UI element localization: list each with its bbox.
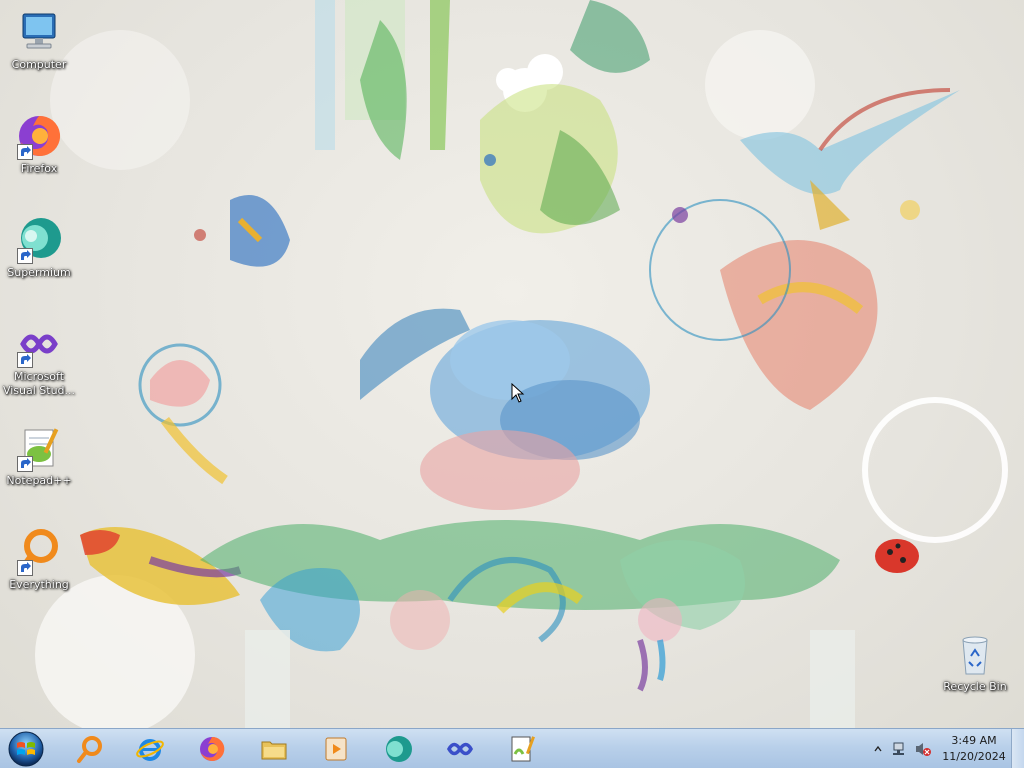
desktop-icon-firefox[interactable]: Firefox (2, 112, 76, 176)
desktop-icon-label: Notepad++ (6, 474, 72, 487)
media-player-icon (325, 737, 347, 761)
windows-orb-icon (8, 731, 44, 767)
start-button[interactable] (6, 730, 46, 768)
desktop-icon-label: Computer (11, 58, 67, 71)
visual-studio-icon (446, 742, 474, 756)
clock-time[interactable]: 3:49 AM (939, 734, 1009, 747)
internet-explorer-icon (136, 739, 164, 761)
everything-icon (15, 528, 63, 576)
desktop-icon-notepadpp[interactable]: Notepad++ (2, 424, 76, 488)
taskbar-file-explorer-button[interactable] (248, 731, 300, 767)
wallpaper-art (35, 0, 1008, 728)
desktop-icon-label: Recycle Bin (943, 680, 1007, 693)
supermium-icon (386, 736, 412, 762)
network-icon[interactable] (892, 741, 908, 757)
desktop-icon-recycle-bin[interactable]: Recycle Bin (938, 630, 1012, 694)
taskbar-visual-studio-button[interactable] (434, 731, 486, 767)
file-explorer-icon (261, 741, 287, 760)
shortcut-arrow-icon (17, 560, 33, 576)
clock-date[interactable]: 11/20/2024 (936, 750, 1012, 763)
show-hidden-icons-chevron[interactable] (874, 745, 882, 753)
desktop-wallpaper (0, 0, 1024, 728)
desktop-icon-visual-studio[interactable]: Microsoft Visual Stud... (2, 320, 76, 398)
shortcut-arrow-icon (17, 248, 33, 264)
firefox-icon (15, 112, 63, 160)
desktop-icon-computer[interactable]: Computer (2, 8, 76, 72)
shortcut-arrow-icon (17, 456, 33, 472)
mouse-cursor (511, 382, 525, 407)
taskbar: 3:49 AM 11/20/2024 (0, 728, 1024, 768)
desktop-icon-everything[interactable]: Everything (2, 528, 76, 592)
notepadpp-icon (15, 424, 63, 472)
taskbar-supermium-button[interactable] (372, 731, 424, 767)
recycle-bin-icon (951, 630, 999, 678)
taskbar-everything-button[interactable] (64, 731, 116, 767)
volume-muted-icon[interactable] (914, 741, 932, 757)
taskbar-internet-explorer-button[interactable] (124, 731, 176, 767)
desktop-icon-label: Supermium (7, 266, 71, 279)
computer-icon (15, 8, 63, 56)
system-tray: 3:49 AM 11/20/2024 (864, 729, 1024, 768)
shortcut-arrow-icon (17, 144, 33, 160)
taskbar-notepadpp-button[interactable] (496, 731, 548, 767)
desktop-icon-label: Microsoft Visual Stud... (2, 370, 76, 397)
show-desktop-button[interactable] (1011, 729, 1024, 768)
taskbar-media-player-button[interactable] (310, 731, 362, 767)
notepadpp-icon (511, 736, 535, 762)
desktop-icon-label: Firefox (20, 162, 58, 175)
visual-studio-icon (15, 320, 63, 368)
shortcut-arrow-icon (17, 352, 33, 368)
everything-search-icon (77, 736, 102, 763)
firefox-icon (200, 736, 225, 761)
desktop-icon-supermium[interactable]: Supermium (2, 216, 76, 280)
desktop-icon-label: Everything (9, 578, 69, 591)
supermium-icon (15, 216, 63, 264)
taskbar-firefox-button[interactable] (186, 731, 238, 767)
